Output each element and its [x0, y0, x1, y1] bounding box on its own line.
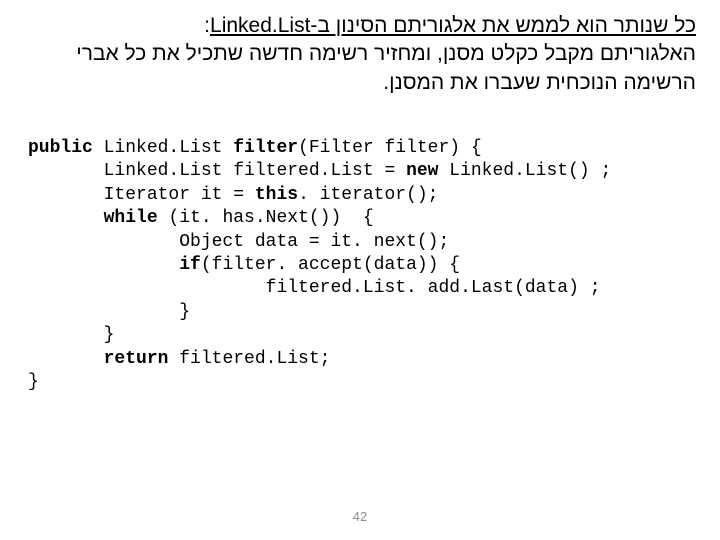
hebrew-line-2: האלגוריתם מקבל כקלט מסנן, ומחזיר רשימה ח…: [24, 40, 696, 68]
hebrew-text-block: כל שנותר הוא לממש את אלגוריתם הסינון ב-L…: [24, 12, 696, 97]
code-text: (it. has.Next()) {: [158, 208, 374, 228]
kw-this: this: [255, 185, 298, 205]
page-number: 42: [0, 509, 720, 524]
code-text: }: [28, 302, 190, 322]
code-text: [28, 208, 104, 228]
kw-return: return: [104, 349, 169, 369]
code-text: [28, 255, 179, 275]
hebrew-title-classname: Linked.List: [210, 14, 310, 37]
kw-while: while: [104, 208, 158, 228]
code-text: (filter. accept(data)) {: [201, 255, 460, 275]
kw-new: new: [406, 161, 438, 181]
code-text: filtered.List. add.Last(data) ;: [28, 278, 601, 298]
code-block: public Linked.List filter(Filter filter)…: [28, 137, 696, 394]
hebrew-line-3: הרשימה הנוכחית שעברו את המסנן.: [24, 69, 696, 97]
code-text: Linked.List() ;: [438, 161, 611, 181]
hebrew-title-prefix: כל שנותר הוא לממש את אלגוריתם הסינון ב-: [310, 14, 696, 37]
code-text: . iterator();: [298, 185, 438, 205]
code-text: Linked.List: [93, 138, 233, 158]
slide-container: כל שנותר הוא לממש את אלגוריתם הסינון ב-L…: [0, 0, 720, 540]
kw-public: public: [28, 138, 93, 158]
code-text: }: [28, 325, 114, 345]
hebrew-title-line: כל שנותר הוא לממש את אלגוריתם הסינון ב-L…: [24, 12, 696, 40]
code-text: filtered.List;: [168, 349, 330, 369]
code-text: }: [28, 372, 39, 392]
code-text: Iterator it =: [28, 185, 255, 205]
code-text: [28, 349, 104, 369]
code-text: (Filter filter) {: [298, 138, 482, 158]
fn-filter: filter: [233, 138, 298, 158]
code-text: Linked.List filtered.List =: [28, 161, 406, 181]
code-text: Object data = it. next();: [28, 232, 449, 252]
kw-if: if: [179, 255, 201, 275]
